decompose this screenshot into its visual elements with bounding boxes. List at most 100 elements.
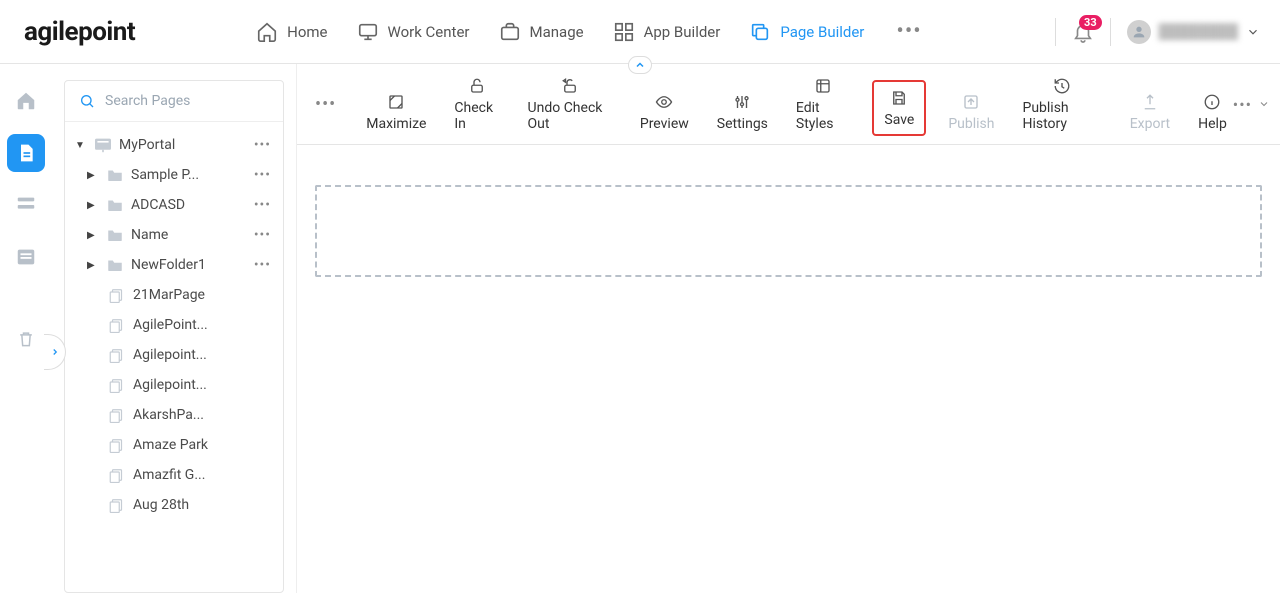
row-menu-button[interactable]: ••• bbox=[252, 257, 273, 273]
tree-folder[interactable]: ▶ NewFolder1 ••• bbox=[69, 250, 279, 280]
action-label: Undo Check Out bbox=[528, 100, 612, 132]
maximize-icon bbox=[387, 92, 405, 112]
publish-icon bbox=[962, 92, 980, 112]
nav-manage[interactable]: Manage bbox=[498, 20, 584, 44]
avatar-icon bbox=[1127, 20, 1151, 44]
nav-label: Work Center bbox=[388, 23, 470, 41]
nav-work-center[interactable]: Work Center bbox=[356, 20, 470, 44]
action-label: Maximize bbox=[366, 116, 426, 132]
folder-icon bbox=[105, 196, 125, 214]
tree-page[interactable]: Agilepoint... bbox=[69, 370, 279, 400]
action-label: Publish bbox=[948, 116, 994, 132]
page-icon bbox=[16, 143, 36, 163]
tree-page[interactable]: Amaze Park bbox=[69, 430, 279, 460]
form-icon bbox=[15, 194, 37, 216]
maximize-button[interactable]: Maximize bbox=[360, 88, 432, 136]
collapse-header-button[interactable] bbox=[628, 56, 652, 74]
tree-label: Agilepoint... bbox=[133, 347, 273, 363]
publish-button[interactable]: Publish bbox=[942, 88, 1000, 136]
tree-label: MyPortal bbox=[119, 137, 246, 153]
divider bbox=[1110, 18, 1111, 46]
edit-styles-button[interactable]: Edit Styles bbox=[790, 72, 856, 136]
briefcase-icon bbox=[498, 20, 522, 44]
top-nav: Home Work Center Manage App Builder Page… bbox=[255, 19, 922, 44]
home-icon bbox=[255, 20, 279, 44]
tree-folder[interactable]: ▶ ADCASD ••• bbox=[69, 190, 279, 220]
chevron-right-icon: ▶ bbox=[87, 230, 99, 241]
page-canvas[interactable] bbox=[297, 145, 1280, 593]
publish-history-button[interactable]: Publish History bbox=[1016, 72, 1107, 136]
folder-icon bbox=[105, 256, 125, 274]
drop-region[interactable] bbox=[315, 185, 1262, 277]
chevron-right-icon: ▶ bbox=[87, 200, 99, 211]
preview-button[interactable]: Preview bbox=[634, 88, 695, 136]
chevron-down-icon bbox=[1258, 98, 1270, 110]
page-icon bbox=[107, 466, 127, 484]
export-button[interactable]: Export bbox=[1124, 88, 1176, 136]
chevron-right-icon: ▶ bbox=[87, 170, 99, 181]
tree-label: Aug 28th bbox=[133, 497, 273, 513]
history-icon bbox=[1053, 76, 1071, 96]
row-menu-button[interactable]: ••• bbox=[252, 197, 273, 213]
nav-page-builder[interactable]: Page Builder bbox=[748, 20, 864, 44]
toolbar-more-left[interactable]: ••• bbox=[315, 94, 336, 115]
nav-app-builder[interactable]: App Builder bbox=[612, 20, 721, 44]
row-menu-button[interactable]: ••• bbox=[252, 137, 273, 153]
rail-library[interactable] bbox=[7, 238, 45, 276]
tree-label: 21MarPage bbox=[133, 287, 273, 303]
nav-more-button[interactable]: ••• bbox=[896, 19, 921, 44]
user-name-label: ████████ bbox=[1159, 23, 1238, 40]
save-button[interactable]: Save bbox=[872, 80, 926, 136]
app-logo[interactable]: agilepoint bbox=[24, 17, 135, 47]
help-button[interactable]: Help bbox=[1192, 88, 1233, 136]
info-icon bbox=[1203, 92, 1221, 112]
action-label: Publish History bbox=[1022, 100, 1101, 132]
rail-components[interactable] bbox=[7, 186, 45, 224]
grid-icon bbox=[612, 20, 636, 44]
rail-trash[interactable] bbox=[7, 320, 45, 358]
tree-page[interactable]: Amazfit G... bbox=[69, 460, 279, 490]
tree-root-myportal[interactable]: ▼ MyPortal ••• bbox=[69, 130, 279, 160]
tree-label: ADCASD bbox=[131, 197, 246, 213]
settings-button[interactable]: Settings bbox=[711, 88, 774, 136]
content-area: ••• Maximize Check In Undo Check Out Pre… bbox=[296, 64, 1280, 593]
tree-label: Agilepoint... bbox=[133, 377, 273, 393]
rail-home[interactable] bbox=[7, 82, 45, 120]
page-icon bbox=[107, 316, 127, 334]
tree-page[interactable]: Aug 28th bbox=[69, 490, 279, 520]
toolbar-more-right[interactable]: ••• bbox=[1233, 95, 1270, 114]
notification-badge: 33 bbox=[1079, 15, 1102, 30]
search-input[interactable] bbox=[105, 93, 283, 109]
tree-label: Sample P... bbox=[131, 167, 246, 183]
tree-label: Amaze Park bbox=[133, 437, 273, 453]
tree-page[interactable]: Agilepoint... bbox=[69, 340, 279, 370]
sliders-icon bbox=[733, 92, 751, 112]
monitor-icon bbox=[356, 20, 380, 44]
page-icon bbox=[107, 406, 127, 424]
page-icon bbox=[107, 376, 127, 394]
tree-page[interactable]: AkarshPa... bbox=[69, 400, 279, 430]
export-icon bbox=[1141, 92, 1159, 112]
search-icon bbox=[79, 93, 95, 109]
tree-folder[interactable]: ▶ Name ••• bbox=[69, 220, 279, 250]
eye-icon bbox=[654, 92, 674, 112]
folder-icon bbox=[105, 166, 125, 184]
page-icon bbox=[107, 346, 127, 364]
rail-pages[interactable] bbox=[7, 134, 45, 172]
tree-page[interactable]: AgilePoint... bbox=[69, 310, 279, 340]
nav-home[interactable]: Home bbox=[255, 20, 327, 44]
notifications-button[interactable]: 33 bbox=[1072, 21, 1094, 43]
action-label: Edit Styles bbox=[796, 100, 850, 132]
row-menu-button[interactable]: ••• bbox=[252, 167, 273, 183]
row-menu-button[interactable]: ••• bbox=[252, 227, 273, 243]
user-menu[interactable]: ████████ bbox=[1127, 20, 1260, 44]
undo-checkout-button[interactable]: Undo Check Out bbox=[522, 72, 618, 136]
expand-rail-button[interactable] bbox=[44, 334, 66, 370]
action-label: Help bbox=[1198, 116, 1227, 132]
action-label: Export bbox=[1130, 116, 1170, 132]
checkin-button[interactable]: Check In bbox=[448, 72, 505, 136]
tree-folder[interactable]: ▶ Sample P... ••• bbox=[69, 160, 279, 190]
tree-page[interactable]: 21MarPage bbox=[69, 280, 279, 310]
search-row bbox=[65, 81, 283, 122]
page-toolbar: ••• Maximize Check In Undo Check Out Pre… bbox=[297, 64, 1280, 145]
